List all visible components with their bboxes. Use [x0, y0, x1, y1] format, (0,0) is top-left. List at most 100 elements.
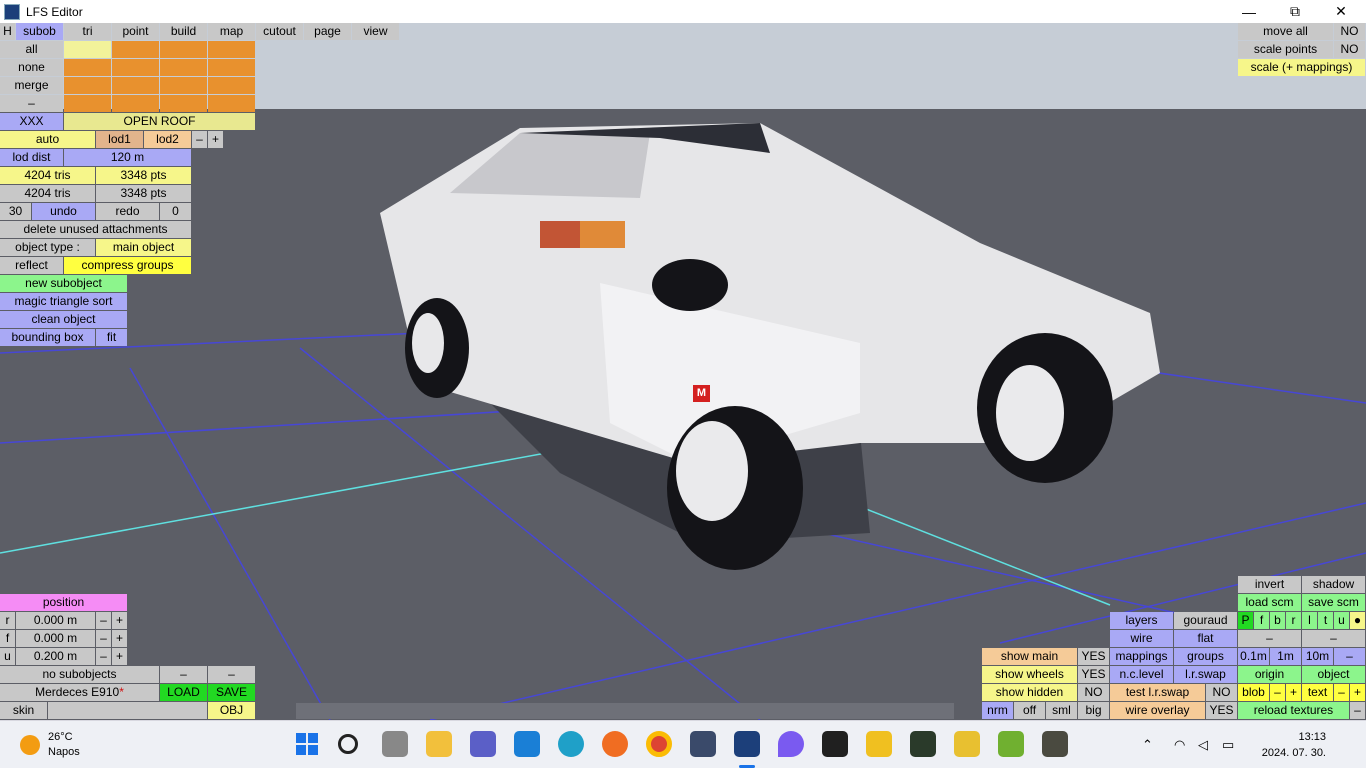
subobject-slot[interactable] [64, 59, 111, 76]
flat-button[interactable]: flat [1174, 630, 1237, 647]
minimize-button[interactable]: — [1226, 0, 1272, 23]
compress-groups-button[interactable]: compress groups [64, 257, 191, 274]
build-tab[interactable]: build [160, 23, 207, 40]
blob-button[interactable]: blob [1238, 684, 1269, 701]
tray-chevron-icon[interactable]: ⌃ [1142, 721, 1153, 768]
l-r-swap-button[interactable]: l.r.swap [1174, 666, 1237, 683]
merge-button[interactable]: merge [0, 77, 63, 94]
f-plus-button[interactable]: + [112, 630, 127, 647]
object-type-select[interactable]: main object [96, 239, 191, 256]
task-view-icon[interactable] [382, 731, 408, 757]
b-toggle[interactable]: b [1270, 612, 1285, 629]
u-toggle[interactable]: u [1334, 612, 1349, 629]
lfs-icon[interactable] [690, 731, 716, 757]
show-main-toggle[interactable]: YES [1078, 648, 1109, 665]
big-button[interactable]: big [1078, 702, 1109, 719]
shadow-button[interactable]: shadow [1302, 576, 1365, 593]
file-explorer-icon[interactable] [426, 731, 452, 757]
h-button[interactable]: H [0, 23, 15, 40]
lod-auto-button[interactable]: auto [0, 131, 95, 148]
step-0-1m-button[interactable]: 0.1m [1238, 648, 1269, 665]
invert-button[interactable]: invert [1238, 576, 1301, 593]
show-wheels-toggle[interactable]: YES [1078, 666, 1109, 683]
layers-button[interactable]: layers [1110, 612, 1173, 629]
reload-textures-button[interactable]: reload textures [1238, 702, 1349, 719]
subobject-slot[interactable] [160, 77, 207, 94]
step-10m-button[interactable]: 10m [1302, 648, 1333, 665]
subobject-slot[interactable] [160, 41, 207, 58]
groups-button[interactable]: groups [1174, 648, 1237, 665]
page-tab[interactable]: page [304, 23, 351, 40]
scale-mappings-button[interactable]: scale (+ mappings) [1238, 59, 1365, 76]
mts-icon[interactable] [866, 731, 892, 757]
move-all-toggle[interactable]: NO [1334, 23, 1365, 40]
mail-icon[interactable] [514, 731, 540, 757]
subobject-slot[interactable] [64, 77, 111, 94]
dash-button-1[interactable]: – [1238, 630, 1301, 647]
r-minus-button[interactable]: – [96, 612, 111, 629]
new-subobject-button[interactable]: new subobject [0, 275, 127, 292]
chrome-icon[interactable] [646, 731, 672, 757]
game-portrait-icon[interactable] [822, 731, 848, 757]
r-plus-button[interactable]: + [112, 612, 127, 629]
battery-icon[interactable]: ▭ [1222, 721, 1234, 768]
p-toggle[interactable]: P [1238, 612, 1253, 629]
step-dash-button[interactable]: – [1334, 648, 1365, 665]
fit-button[interactable]: fit [96, 329, 127, 346]
obj-button[interactable]: OBJ [208, 702, 255, 719]
subobject-slot[interactable] [64, 95, 111, 112]
save-scm-button[interactable]: save scm [1302, 594, 1365, 611]
blob-plus-button[interactable]: + [1286, 684, 1301, 701]
maximize-button[interactable]: ⧉ [1272, 0, 1318, 23]
load-scm-button[interactable]: load scm [1238, 594, 1301, 611]
plant-icon[interactable] [998, 731, 1024, 757]
load-button[interactable]: LOAD [160, 684, 207, 701]
reload-dash-button[interactable]: – [1350, 702, 1365, 719]
search-icon[interactable] [338, 734, 358, 754]
lfs-editor-icon[interactable] [734, 731, 760, 757]
subobjects-dash-1[interactable]: – [160, 666, 207, 683]
car-name-field[interactable]: Merdeces E910* [0, 684, 159, 701]
edge-icon[interactable] [558, 731, 584, 757]
select-all-button[interactable]: all [0, 41, 63, 58]
subobject-slot[interactable] [160, 59, 207, 76]
u-position-value[interactable]: 0.200 m [16, 648, 95, 665]
l-toggle[interactable]: l [1302, 612, 1317, 629]
paint-drop-icon[interactable] [778, 731, 804, 757]
select-none-button[interactable]: none [0, 59, 63, 76]
dot-toggle[interactable]: ● [1350, 612, 1365, 629]
teams-icon[interactable] [470, 731, 496, 757]
n-c-level-button[interactable]: n.c.level [1110, 666, 1173, 683]
magic-triangle-sort-button[interactable]: magic triangle sort [0, 293, 127, 310]
lod2-button[interactable]: lod2 [144, 131, 191, 148]
u-minus-button[interactable]: – [96, 648, 111, 665]
lod-plus-button[interactable]: + [208, 131, 223, 148]
cutout-tab[interactable]: cutout [256, 23, 303, 40]
reflect-button[interactable]: reflect [0, 257, 63, 274]
object-button[interactable]: object [1302, 666, 1365, 683]
lod-dist-value[interactable]: 120 m [64, 149, 191, 166]
wire-button[interactable]: wire [1110, 630, 1173, 647]
origin-button[interactable]: origin [1238, 666, 1301, 683]
off-button[interactable]: off [1014, 702, 1045, 719]
wifi-icon[interactable]: ◠ [1174, 721, 1185, 768]
subobject-slot[interactable] [112, 95, 159, 112]
subobject-name[interactable]: OPEN ROOF [64, 113, 255, 130]
skin-field[interactable] [48, 702, 207, 719]
view-tab[interactable]: view [352, 23, 399, 40]
point-tab[interactable]: point [112, 23, 159, 40]
subobject-slot[interactable] [208, 41, 255, 58]
sml-button[interactable]: sml [1046, 702, 1077, 719]
windows-start-icon[interactable] [294, 731, 320, 757]
gouraud-button[interactable]: gouraud [1174, 612, 1237, 629]
subobject-slot[interactable] [208, 77, 255, 94]
weather-widget[interactable]: 26°C Napos [20, 730, 80, 760]
game-icon[interactable] [1042, 731, 1068, 757]
subobject-slot[interactable] [112, 77, 159, 94]
u-plus-button[interactable]: + [112, 648, 127, 665]
undo-button[interactable]: undo [32, 203, 95, 220]
subob-tab[interactable]: subob [16, 23, 63, 40]
wire-overlay-toggle[interactable]: YES [1206, 702, 1237, 719]
scale-points-toggle[interactable]: NO [1334, 41, 1365, 58]
tri-tab[interactable]: tri [64, 23, 111, 40]
